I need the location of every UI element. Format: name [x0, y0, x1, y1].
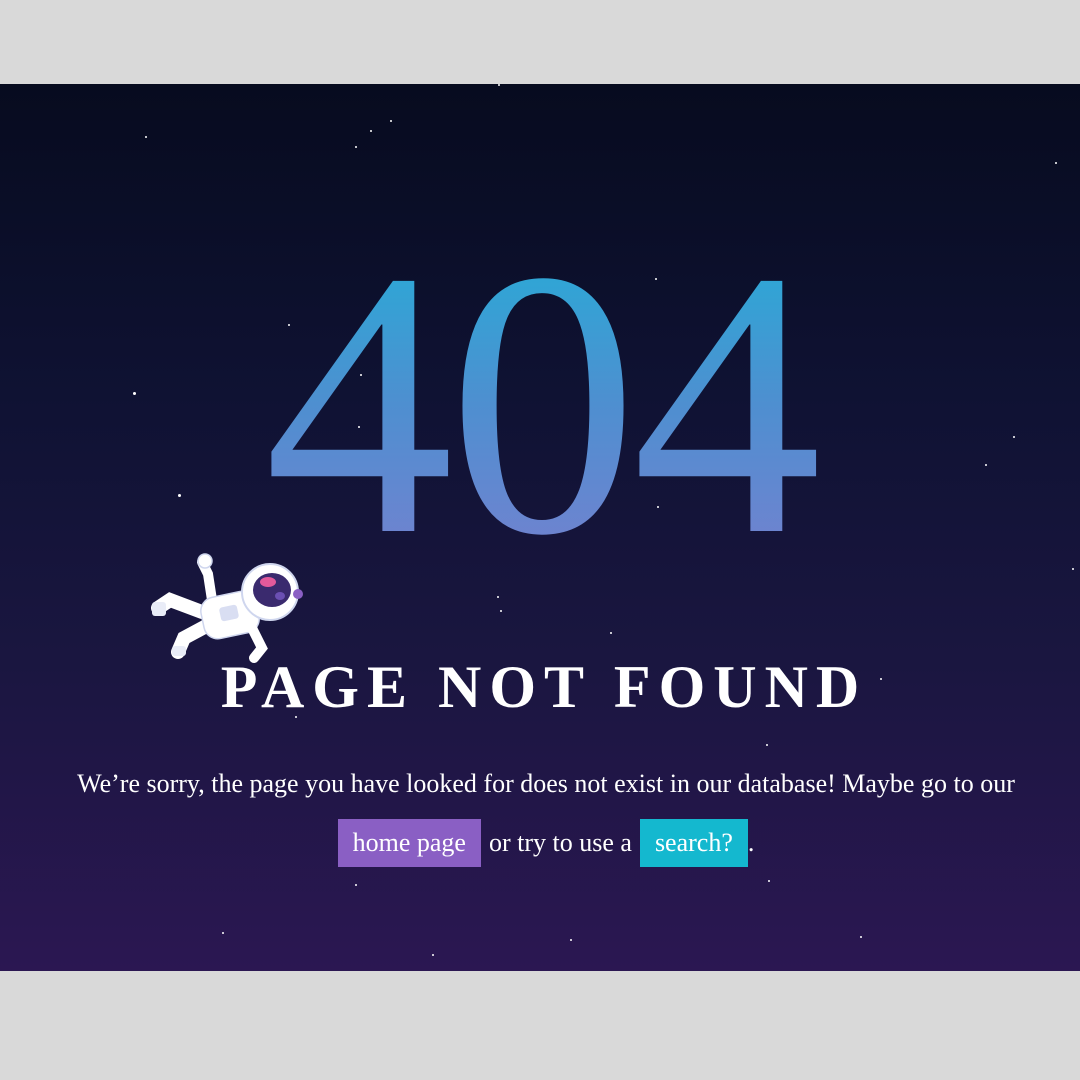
trailing-period: . [747, 828, 755, 857]
star [768, 880, 770, 882]
star [145, 136, 147, 138]
star [222, 932, 224, 934]
star [1055, 162, 1057, 164]
star [610, 632, 612, 634]
star [355, 146, 357, 148]
page-title: PAGE NOT FOUND [220, 654, 868, 720]
star [860, 936, 862, 938]
star [355, 884, 357, 886]
star [570, 939, 572, 941]
star [370, 130, 372, 132]
star [498, 84, 500, 86]
error-actions: home page or try to use a search?. [0, 819, 1080, 867]
star [432, 954, 434, 956]
error-message: We’re sorry, the page you have looked fo… [77, 769, 1015, 798]
star [390, 120, 392, 122]
error-code: 404 [0, 214, 1080, 594]
error-page: 404 PAGE NOT FOUND We’re sorry, the page… [0, 84, 1080, 971]
middle-text: or try to use a [488, 828, 632, 857]
star [766, 744, 768, 746]
home-page-link[interactable]: home page [337, 819, 481, 867]
search-link[interactable]: search? [639, 819, 748, 867]
